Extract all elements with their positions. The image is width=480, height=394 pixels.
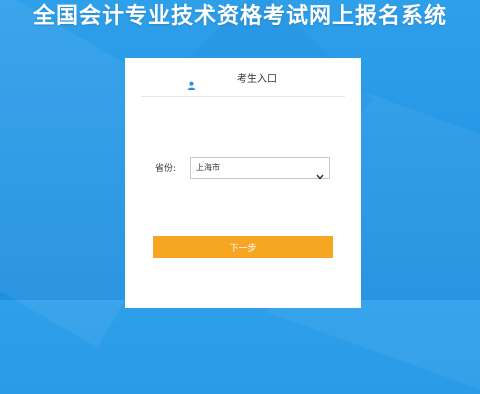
card-header: 考生入口 xyxy=(141,66,345,97)
chevron-down-icon xyxy=(316,165,324,184)
login-card: 考生入口 省份: 上海市 下一步 xyxy=(125,58,361,308)
card-header-title: 考生入口 xyxy=(237,74,277,85)
next-step-button[interactable]: 下一步 xyxy=(153,236,333,258)
province-label: 省份: xyxy=(155,164,177,174)
user-icon xyxy=(187,75,196,94)
province-select[interactable]: 上海市 xyxy=(190,157,330,180)
province-selected-value: 上海市 xyxy=(196,163,220,172)
site-title: 全国会计专业技术资格考试网上报名系统 xyxy=(32,4,447,29)
